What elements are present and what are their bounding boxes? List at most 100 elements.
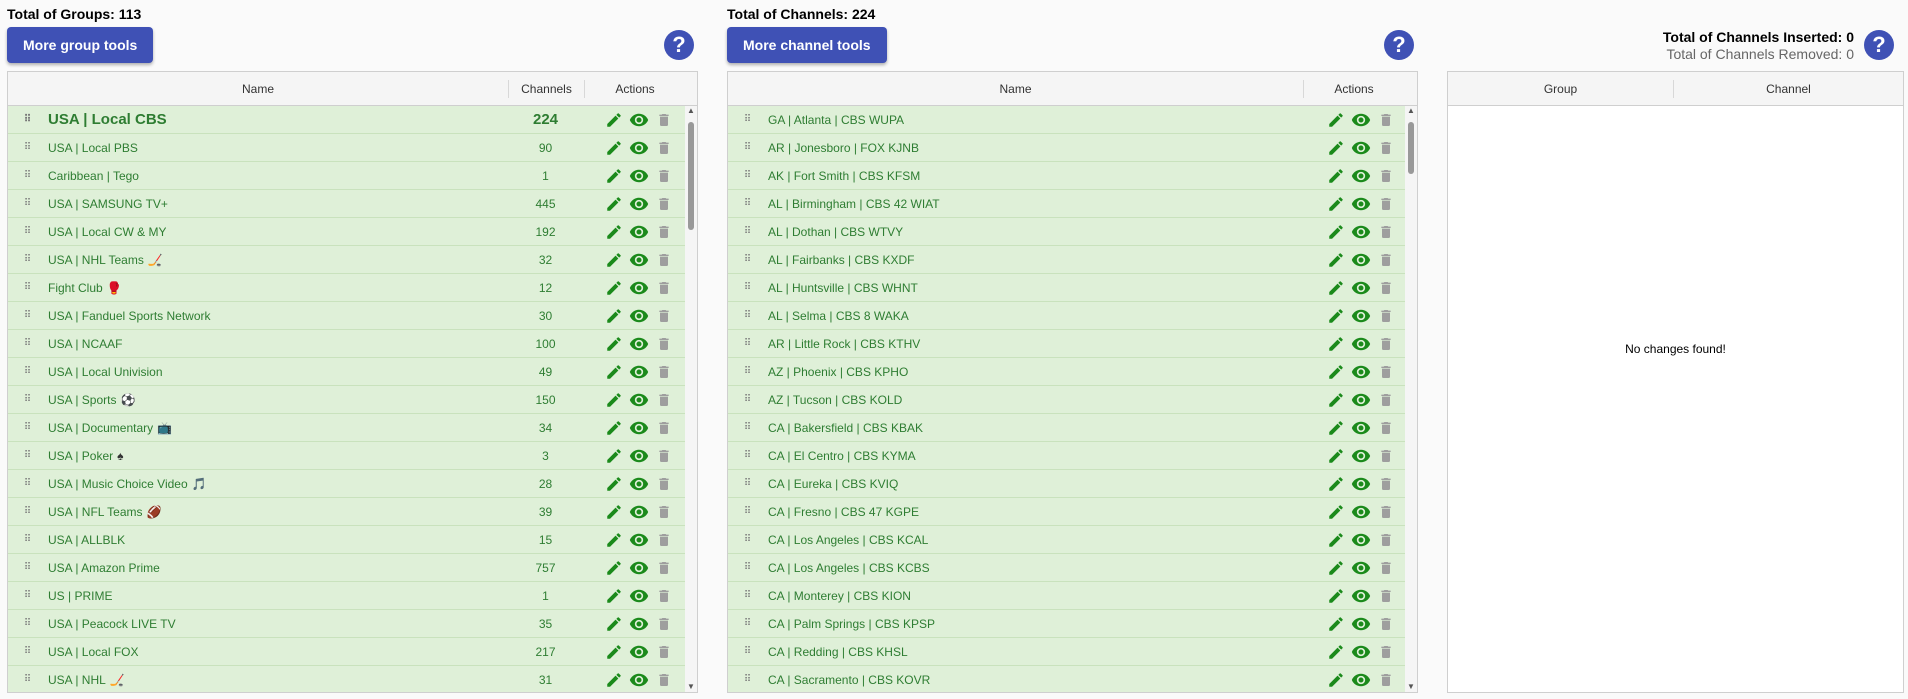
eye-icon[interactable] <box>1350 194 1372 214</box>
trash-icon[interactable] <box>653 306 675 326</box>
eye-icon[interactable] <box>1350 474 1372 494</box>
eye-icon[interactable] <box>628 446 650 466</box>
pencil-icon[interactable] <box>603 306 625 326</box>
table-row[interactable]: ⠿ USA | NHL 🏒 31 <box>8 666 685 692</box>
drag-handle-icon[interactable]: ⠿ <box>18 646 36 657</box>
pencil-icon[interactable] <box>603 278 625 298</box>
trash-icon[interactable] <box>1375 558 1397 578</box>
groups-scroll-thumb[interactable] <box>688 122 694 230</box>
drag-handle-icon[interactable]: ⠿ <box>738 338 756 349</box>
pencil-icon[interactable] <box>1325 530 1347 550</box>
pencil-icon[interactable] <box>1325 642 1347 662</box>
eye-icon[interactable] <box>628 390 650 410</box>
table-row[interactable]: ⠿ USA | Sports ⚽ 150 <box>8 386 685 414</box>
drag-handle-icon[interactable]: ⠿ <box>738 590 756 601</box>
pencil-icon[interactable] <box>1325 306 1347 326</box>
pencil-icon[interactable] <box>603 474 625 494</box>
scroll-up-arrow-icon[interactable]: ▲ <box>1406 106 1416 116</box>
eye-icon[interactable] <box>1350 110 1372 130</box>
trash-icon[interactable] <box>653 110 675 130</box>
eye-icon[interactable] <box>628 642 650 662</box>
pencil-icon[interactable] <box>603 614 625 634</box>
drag-handle-icon[interactable]: ⠿ <box>738 674 756 685</box>
pencil-icon[interactable] <box>1325 362 1347 382</box>
trash-icon[interactable] <box>653 334 675 354</box>
pencil-icon[interactable] <box>1325 222 1347 242</box>
drag-handle-icon[interactable]: ⠿ <box>18 506 36 517</box>
column-header-group[interactable]: Group <box>1448 72 1673 105</box>
table-row[interactable]: ⠿ AL | Birmingham | CBS 42 WIAT <box>728 190 1405 218</box>
drag-handle-icon[interactable]: ⠿ <box>18 562 36 573</box>
eye-icon[interactable] <box>1350 222 1372 242</box>
eye-icon[interactable] <box>1350 418 1372 438</box>
table-row[interactable]: ⠿ GA | Atlanta | CBS WUPA <box>728 106 1405 134</box>
trash-icon[interactable] <box>653 362 675 382</box>
changes-help-icon[interactable]: ? <box>1864 30 1894 60</box>
drag-handle-icon[interactable]: ⠿ <box>738 170 756 181</box>
drag-handle-icon[interactable]: ⠿ <box>18 254 36 265</box>
pencil-icon[interactable] <box>603 222 625 242</box>
trash-icon[interactable] <box>653 586 675 606</box>
trash-icon[interactable] <box>653 670 675 690</box>
eye-icon[interactable] <box>628 614 650 634</box>
table-row[interactable]: ⠿ USA | Peacock LIVE TV 35 <box>8 610 685 638</box>
eye-icon[interactable] <box>1350 250 1372 270</box>
drag-handle-icon[interactable]: ⠿ <box>18 366 36 377</box>
table-row[interactable]: ⠿ USA | Amazon Prime 757 <box>8 554 685 582</box>
eye-icon[interactable] <box>1350 362 1372 382</box>
trash-icon[interactable] <box>653 614 675 634</box>
drag-handle-icon[interactable]: ⠿ <box>18 534 36 545</box>
column-header-channel[interactable]: Channel <box>1674 72 1903 105</box>
drag-handle-icon[interactable]: ⠿ <box>18 142 36 153</box>
trash-icon[interactable] <box>1375 306 1397 326</box>
trash-icon[interactable] <box>653 390 675 410</box>
pencil-icon[interactable] <box>1325 390 1347 410</box>
trash-icon[interactable] <box>653 558 675 578</box>
eye-icon[interactable] <box>628 166 650 186</box>
table-row[interactable]: ⠿ USA | Local CW & MY 192 <box>8 218 685 246</box>
trash-icon[interactable] <box>1375 138 1397 158</box>
eye-icon[interactable] <box>1350 278 1372 298</box>
table-row[interactable]: ⠿ USA | Documentary 📺 34 <box>8 414 685 442</box>
pencil-icon[interactable] <box>603 362 625 382</box>
table-row[interactable]: ⠿ AL | Selma | CBS 8 WAKA <box>728 302 1405 330</box>
pencil-icon[interactable] <box>1325 138 1347 158</box>
table-row[interactable]: ⠿ CA | Eureka | CBS KVIQ <box>728 470 1405 498</box>
trash-icon[interactable] <box>653 250 675 270</box>
pencil-icon[interactable] <box>1325 250 1347 270</box>
trash-icon[interactable] <box>1375 474 1397 494</box>
more-group-tools-button[interactable]: More group tools <box>7 27 154 63</box>
eye-icon[interactable] <box>628 138 650 158</box>
table-row[interactable]: ⠿ CA | Palm Springs | CBS KPSP <box>728 610 1405 638</box>
eye-icon[interactable] <box>1350 446 1372 466</box>
pencil-icon[interactable] <box>603 138 625 158</box>
pencil-icon[interactable] <box>603 166 625 186</box>
drag-handle-icon[interactable]: ⠿ <box>738 534 756 545</box>
scroll-up-arrow-icon[interactable]: ▲ <box>686 106 696 116</box>
trash-icon[interactable] <box>1375 530 1397 550</box>
channels-scrollbar[interactable]: ▲ ▼ <box>1405 106 1417 692</box>
eye-icon[interactable] <box>1350 334 1372 354</box>
eye-icon[interactable] <box>1350 502 1372 522</box>
drag-handle-icon[interactable]: ⠿ <box>18 226 36 237</box>
pencil-icon[interactable] <box>603 334 625 354</box>
eye-icon[interactable] <box>628 334 650 354</box>
trash-icon[interactable] <box>1375 110 1397 130</box>
drag-handle-icon[interactable]: ⠿ <box>18 338 36 349</box>
trash-icon[interactable] <box>1375 334 1397 354</box>
table-row[interactable]: ⠿ USA | Local FOX 217 <box>8 638 685 666</box>
drag-handle-icon[interactable]: ⠿ <box>738 422 756 433</box>
trash-icon[interactable] <box>1375 250 1397 270</box>
table-row[interactable]: ⠿ USA | NHL Teams 🏒 32 <box>8 246 685 274</box>
eye-icon[interactable] <box>1350 642 1372 662</box>
pencil-icon[interactable] <box>1325 446 1347 466</box>
table-row[interactable]: ⠿ Fight Club 🥊 12 <box>8 274 685 302</box>
drag-handle-icon[interactable]: ⠿ <box>18 282 36 293</box>
table-row[interactable]: ⠿ USA | Local CBS 224 <box>8 106 685 134</box>
pencil-icon[interactable] <box>1325 614 1347 634</box>
trash-icon[interactable] <box>653 418 675 438</box>
drag-handle-icon[interactable]: ⠿ <box>738 562 756 573</box>
table-row[interactable]: ⠿ CA | Sacramento | CBS KOVR <box>728 666 1405 692</box>
channels-help-icon[interactable]: ? <box>1384 30 1414 60</box>
eye-icon[interactable] <box>1350 614 1372 634</box>
